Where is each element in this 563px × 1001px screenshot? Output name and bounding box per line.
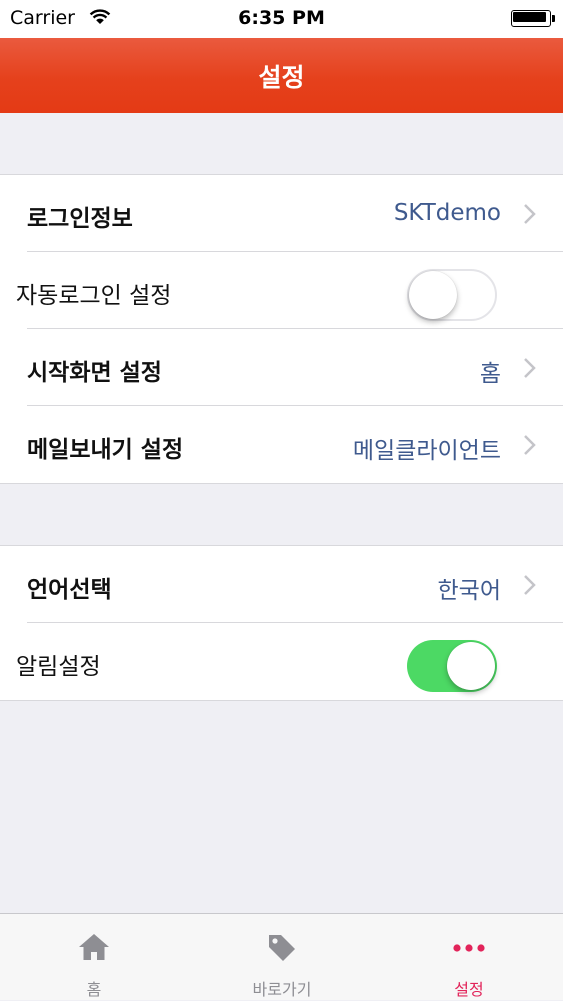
page-title: 설정 — [258, 63, 305, 92]
chevron-right-icon — [524, 204, 536, 224]
settings-row-mail[interactable]: 메일보내기 설정 메일클라이언트 — [0, 406, 563, 483]
row-label: 알림설정 — [16, 654, 101, 680]
settings-row-language[interactable]: 언어선택 한국어 — [0, 546, 563, 623]
home-icon — [79, 934, 109, 960]
settings-row-notifications: 알림설정 — [0, 623, 563, 700]
row-value: 메일클라이언트 — [352, 438, 501, 464]
tab-settings[interactable]: 설정 — [375, 914, 563, 1001]
notifications-toggle[interactable] — [407, 640, 497, 692]
settings-row-login-info[interactable]: 로그인정보 SKTdemo — [0, 175, 563, 252]
row-label: 메일보내기 설정 — [27, 437, 184, 463]
tab-home[interactable]: 홈 — [0, 914, 188, 1001]
settings-row-start-screen[interactable]: 시작화면 설정 홈 — [0, 329, 563, 406]
tab-label: 바로가기 — [252, 980, 312, 999]
row-label: 언어선택 — [27, 577, 112, 603]
tag-icon — [269, 935, 295, 961]
status-bar: Carrier 6:35 PM — [0, 0, 563, 38]
toggle-knob — [409, 271, 457, 319]
row-value: 한국어 — [437, 578, 501, 604]
auto-login-toggle[interactable] — [407, 269, 497, 321]
row-value: SKTdemo — [393, 200, 501, 226]
tab-shortcuts[interactable]: 바로가기 — [188, 914, 376, 1001]
chevron-right-icon — [524, 575, 536, 595]
more-icon — [453, 944, 485, 952]
navigation-bar: 설정 — [0, 38, 563, 113]
row-label: 시작화면 설정 — [27, 360, 162, 386]
tab-label: 홈 — [86, 980, 102, 999]
battery-icon — [511, 10, 555, 27]
status-time: 6:35 PM — [238, 7, 325, 29]
toggle-knob — [447, 642, 495, 690]
row-label: 자동로그인 설정 — [16, 283, 172, 309]
tab-bar: 홈 바로가기 설정 — [0, 913, 563, 1000]
tab-label: 설정 — [454, 980, 484, 999]
row-value: 홈 — [479, 361, 501, 387]
chevron-right-icon — [524, 435, 536, 455]
settings-row-auto-login: 자동로그인 설정 — [0, 252, 563, 329]
settings-group-general: 언어선택 한국어 알림설정 — [0, 545, 563, 701]
chevron-right-icon — [524, 358, 536, 378]
settings-group-account: 로그인정보 SKTdemo 자동로그인 설정 시작화면 설정 홈 메일보내기 설… — [0, 174, 563, 484]
row-label: 로그인정보 — [27, 206, 133, 232]
